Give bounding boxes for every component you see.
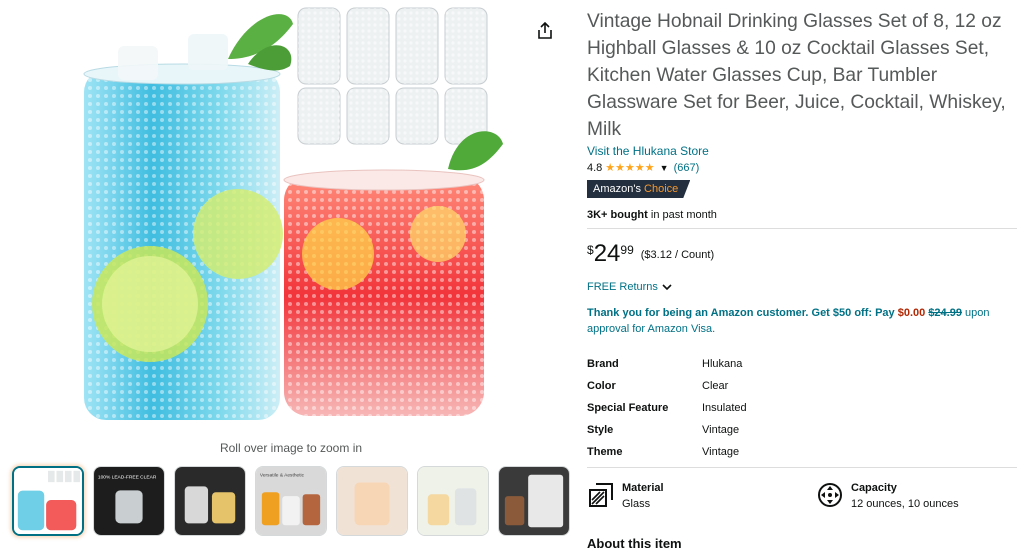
thumbnail-7[interactable] (498, 466, 570, 536)
spec-row: Brand Hlukana (587, 353, 1017, 375)
price-currency: $ (587, 243, 594, 257)
glass-set-grid (297, 7, 488, 145)
thumbnail-image: 100% LEAD-FREE CLEAR (94, 467, 164, 535)
bought-count: 3K+ bought in past month (587, 209, 717, 221)
price-fraction: 99 (620, 243, 634, 257)
star-icon: ★ (634, 161, 645, 174)
thumbnail-2[interactable]: 100% LEAD-FREE CLEAR (93, 466, 165, 536)
spec-row: Color Clear (587, 375, 1017, 397)
feature-capacity: Capacity 12 ounces, 10 ounces (817, 481, 959, 513)
divider (587, 467, 1017, 468)
thumbnail-image (337, 467, 407, 535)
chevron-down-icon[interactable]: ▼ (660, 163, 669, 173)
star-icon: ★ (644, 161, 655, 174)
main-product-image[interactable] (78, 4, 508, 434)
free-returns-link[interactable]: FREE Returns (587, 281, 672, 293)
store-link[interactable]: Visit the Hlukana Store (587, 144, 709, 158)
promo-lead: Thank you for being an Amazon customer. … (587, 307, 898, 319)
capacity-icon (818, 483, 842, 507)
spec-table: Brand Hlukana Color Clear Special Featur… (587, 353, 1017, 463)
spec-key: Special Feature (587, 402, 669, 414)
rating-count-link[interactable]: (667) (674, 162, 700, 174)
feature-name: Capacity (851, 482, 897, 494)
product-photo (83, 7, 503, 420)
rating-row[interactable]: 4.8 ★ ★ ★ ★ ★ ▼ (667) (587, 161, 699, 175)
star-icon: ★ (605, 161, 616, 174)
feature-value: Glass (622, 498, 651, 510)
thumbnail-1[interactable] (12, 466, 84, 536)
price-whole: 24 (593, 240, 621, 267)
thumbnail-image (14, 468, 82, 534)
star-icon: ★ (615, 161, 626, 174)
spec-key: Brand (587, 358, 619, 370)
unit-price: ($3.12 / Count) (640, 249, 715, 261)
spec-value: Vintage (702, 424, 740, 436)
feature-material: Material Glass (588, 481, 664, 513)
visa-promo[interactable]: Thank you for being an Amazon customer. … (587, 305, 1022, 337)
spec-value: Hlukana (702, 358, 743, 370)
chevron-down-icon (662, 283, 672, 290)
product-title: Vintage Hobnail Drinking Glasses Set of … (587, 11, 1006, 140)
feature-name: Material (622, 482, 664, 494)
badge-prefix: Amazon's (593, 183, 641, 195)
price: $ 24 99 ($3.12 / Count) (587, 240, 714, 268)
thumbnail-image (418, 467, 488, 535)
spec-row: Theme Vintage (587, 441, 1017, 463)
thumbnail-5[interactable] (336, 466, 408, 536)
thumbnail-label: Versatile & Aesthetic (260, 473, 305, 479)
star-icon: ★ (625, 161, 635, 174)
bought-count-rest: in past month (647, 209, 717, 221)
spec-key: Theme (587, 446, 623, 458)
material-icon (589, 483, 613, 507)
thumbnail-label: 100% LEAD-FREE CLEAR (98, 475, 157, 481)
promo-pay-amount: $0.00 (897, 307, 926, 319)
returns-label: FREE Returns (587, 281, 658, 293)
thumbnail-image: Versatile & Aesthetic (256, 467, 326, 535)
spec-value: Insulated (702, 402, 747, 414)
thumbnail-6[interactable] (417, 466, 489, 536)
thumbnail-strip: 100% LEAD-FREE CLEAR Versatile & Aesthet… (12, 466, 572, 538)
thumbnail-3[interactable] (174, 466, 246, 536)
spec-row: Special Feature Insulated (587, 397, 1017, 419)
zoom-hint: Roll over image to zoom in (219, 441, 363, 455)
badge-accent: Choice (644, 183, 679, 195)
share-button[interactable] (535, 20, 555, 42)
promo-strike-amount: $24.99 (928, 307, 962, 319)
thumbnail-image (499, 467, 569, 535)
thumbnail-4[interactable]: Versatile & Aesthetic (255, 466, 327, 536)
red-cocktail-glass (283, 131, 503, 416)
feature-value: 12 ounces, 10 ounces (851, 498, 959, 510)
rating-value: 4.8 (587, 162, 603, 174)
spec-value: Clear (702, 380, 729, 392)
spec-key: Style (587, 424, 614, 436)
spec-value: Vintage (702, 446, 740, 458)
spec-row: Style Vintage (587, 419, 1017, 441)
blue-highball-glass (83, 14, 293, 420)
star-rating[interactable]: ★ ★ ★ ★ ★ (605, 161, 655, 174)
share-icon (538, 22, 552, 39)
spec-key: Color (587, 380, 616, 392)
amazons-choice-badge: Amazon's Choice (587, 180, 690, 198)
about-heading: About this item (587, 536, 682, 550)
divider (587, 228, 1017, 229)
thumbnail-image (175, 467, 245, 535)
bought-count-bold: 3K+ bought (587, 209, 648, 221)
